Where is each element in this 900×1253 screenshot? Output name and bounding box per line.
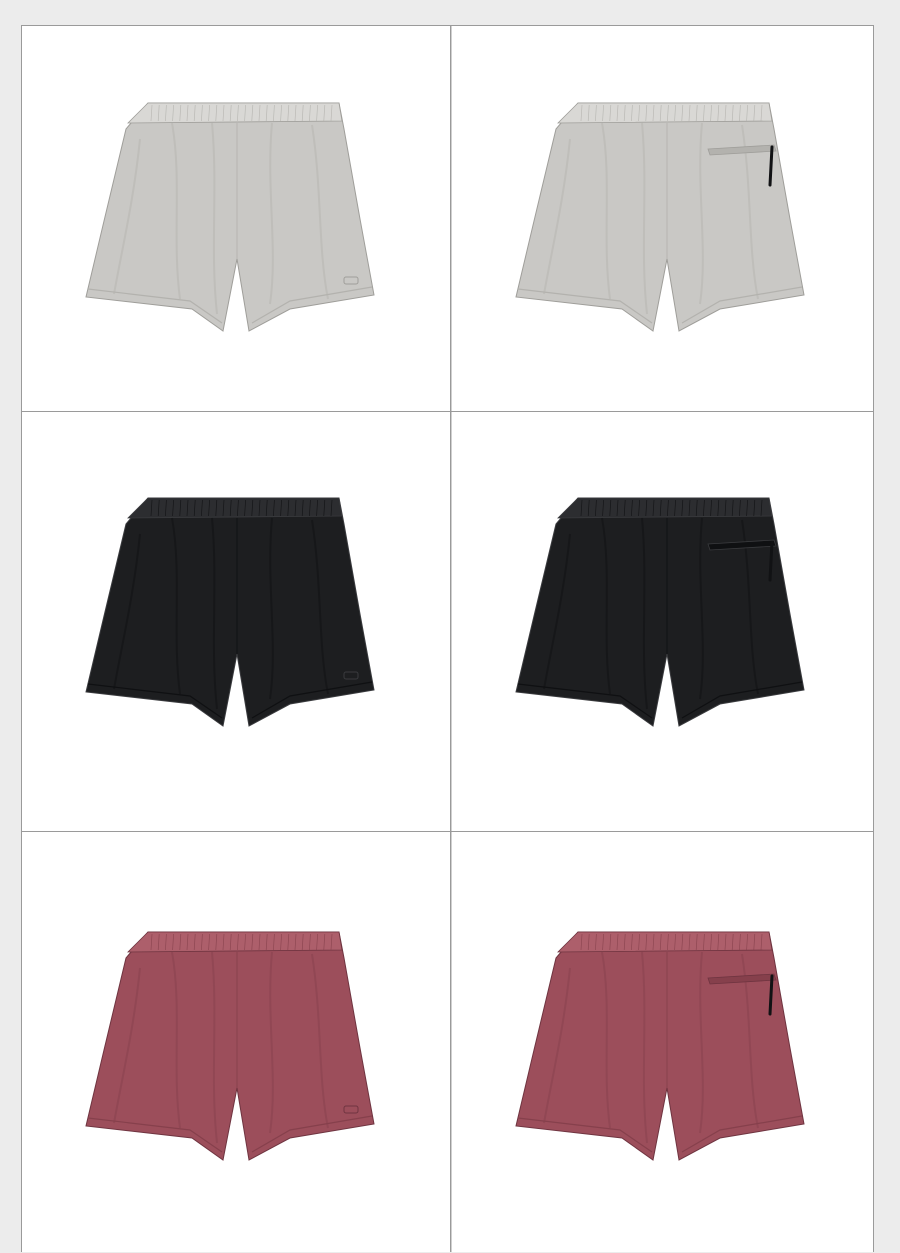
shorts-back bbox=[515, 102, 805, 332]
product-photo-black-back bbox=[452, 412, 878, 831]
shorts-illustration bbox=[85, 102, 375, 332]
product-image-grid bbox=[21, 25, 874, 1252]
product-photo-light-gray-back bbox=[452, 26, 878, 411]
shorts-back bbox=[515, 497, 805, 727]
zip-pull bbox=[768, 540, 774, 582]
shorts-front bbox=[85, 931, 375, 1161]
shorts-illustration bbox=[85, 931, 375, 1161]
product-photo-dusty-rose-front bbox=[22, 832, 448, 1253]
product-photo-dusty-rose-back bbox=[452, 832, 878, 1253]
shorts-front bbox=[85, 102, 375, 332]
shorts-illustration bbox=[515, 497, 805, 727]
shorts-back bbox=[515, 931, 805, 1161]
product-photo-light-gray-front bbox=[22, 26, 448, 411]
shorts-front bbox=[85, 497, 375, 727]
shorts-illustration bbox=[515, 102, 805, 332]
shorts-illustration bbox=[515, 931, 805, 1161]
zip-pull bbox=[768, 974, 774, 1016]
product-photo-black-front bbox=[22, 412, 448, 831]
zip-pull bbox=[768, 145, 774, 187]
shorts-illustration bbox=[85, 497, 375, 727]
